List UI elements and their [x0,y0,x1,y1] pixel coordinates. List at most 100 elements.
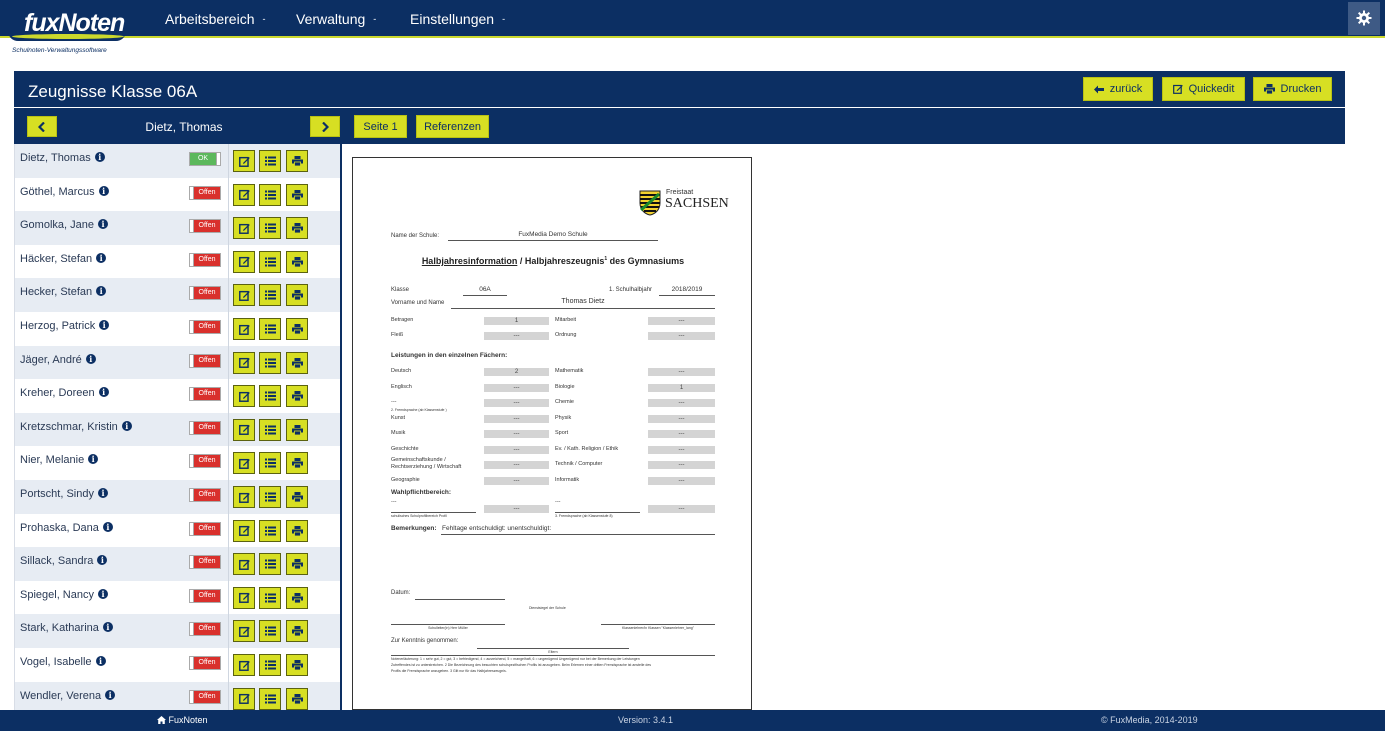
edit-certificate-button[interactable] [233,217,255,240]
status-toggle[interactable]: Offen [189,521,221,536]
student-name[interactable]: Nier, Melanie i [20,454,99,466]
grade-list-button[interactable] [259,385,281,408]
print-certificate-button[interactable] [286,217,308,240]
print-certificate-button[interactable] [286,250,308,273]
quickedit-button[interactable]: Quickedit [1162,77,1245,101]
print-certificate-button[interactable] [286,318,308,340]
grade-list-button[interactable] [259,217,281,240]
student-name[interactable]: Kreher, Doreen i [20,387,109,399]
student-name[interactable]: Vogel, Isabelle i [20,656,106,668]
student-row[interactable]: Göthel, Marcus i Offen [15,177,340,212]
info-icon[interactable]: i [95,656,106,666]
settings-button[interactable] [1348,2,1380,35]
print-certificate-button[interactable] [286,586,308,609]
grade-list-button[interactable] [259,486,281,508]
info-icon[interactable]: i [99,320,110,330]
app-logo[interactable]: fuxNoten Schulnoten-Verwaltungssoftware [8,3,132,57]
student-name[interactable]: Prohaska, Dana i [20,521,113,534]
student-row[interactable]: Kretzschmar, Kristin i Offen [15,412,340,447]
grade-list-button[interactable] [259,654,281,676]
status-toggle[interactable]: Offen [189,588,221,603]
print-certificate-button[interactable] [286,687,308,710]
student-row[interactable]: Jäger, André i Offen [15,345,340,380]
student-name[interactable]: Herzog, Patrick i [20,320,110,332]
student-row[interactable]: Spiegel, Nancy i Offen [15,580,340,615]
print-certificate-button[interactable] [286,486,308,508]
info-icon[interactable]: i [97,219,108,230]
edit-certificate-button[interactable] [233,385,255,408]
grade-list-button[interactable] [259,250,281,273]
status-toggle[interactable]: Offen [189,656,221,670]
edit-certificate-button[interactable] [233,687,255,710]
grade-list-button[interactable] [259,351,281,374]
info-icon[interactable]: i [98,588,108,599]
status-toggle[interactable]: Offen [189,185,221,200]
info-icon[interactable]: i [94,152,105,162]
student-row[interactable]: Portscht, Sindy i Offen [15,480,340,514]
print-certificate-button[interactable] [286,183,308,206]
references-button[interactable]: Referenzen [416,115,489,138]
student-row[interactable]: Vogel, Isabelle i Offen [15,648,340,682]
edit-certificate-button[interactable] [233,318,255,340]
edit-certificate-button[interactable] [233,586,255,609]
edit-certificate-button[interactable] [233,486,255,508]
info-icon[interactable]: i [102,622,113,633]
student-name[interactable]: Wendler, Verena i [20,689,116,702]
grade-list-button[interactable] [259,418,281,441]
print-certificate-button[interactable] [286,654,308,676]
edit-certificate-button[interactable] [233,553,255,576]
status-toggle[interactable]: Offen [189,689,221,704]
grade-list-button[interactable] [259,183,281,206]
student-name[interactable]: Sillack, Sandra i [20,555,108,567]
print-certificate-button[interactable] [286,452,308,475]
student-row[interactable]: Wendler, Verena i Offen [15,681,340,710]
grade-list-button[interactable] [259,586,281,609]
print-certificate-button[interactable] [286,418,308,441]
status-toggle[interactable]: OK [189,152,221,166]
info-icon[interactable]: i [121,420,132,431]
info-icon[interactable]: i [98,387,109,398]
print-certificate-button[interactable] [286,553,308,576]
student-name[interactable]: Portscht, Sindy i [20,488,108,500]
footer-home-link[interactable]: FuxNoten [157,715,208,725]
print-button[interactable]: Drucken [1253,77,1332,101]
student-row[interactable]: Gomolka, Jane i Offen [15,211,340,245]
student-row[interactable]: Hecker, Stefan i Offen [15,278,340,312]
status-toggle[interactable]: Offen [189,320,221,334]
status-toggle[interactable]: Offen [189,622,221,637]
status-toggle[interactable]: Offen [189,219,221,234]
student-row[interactable]: Herzog, Patrick i Offen [15,312,340,346]
previous-student-button[interactable] [27,116,57,137]
grade-list-button[interactable] [259,519,281,542]
edit-certificate-button[interactable] [233,620,255,643]
edit-certificate-button[interactable] [233,418,255,441]
print-certificate-button[interactable] [286,284,308,307]
status-toggle[interactable]: Offen [189,252,221,267]
student-name[interactable]: Göthel, Marcus i [20,185,109,198]
student-row[interactable]: Sillack, Sandra i Offen [15,547,340,581]
status-toggle[interactable]: Offen [189,555,221,570]
edit-certificate-button[interactable] [233,519,255,542]
student-name[interactable]: Kretzschmar, Kristin i [20,420,132,433]
info-icon[interactable]: i [96,252,107,263]
edit-certificate-button[interactable] [233,452,255,475]
edit-certificate-button[interactable] [233,284,255,307]
student-row[interactable]: Nier, Melanie i Offen [15,446,340,480]
status-toggle[interactable]: Offen [189,454,221,469]
back-button[interactable]: zurück [1083,77,1153,101]
info-icon[interactable]: i [97,488,108,498]
grade-list-button[interactable] [259,150,281,172]
edit-certificate-button[interactable] [233,250,255,273]
info-icon[interactable]: i [88,454,99,465]
edit-certificate-button[interactable] [233,351,255,374]
print-certificate-button[interactable] [286,150,308,172]
print-certificate-button[interactable] [286,351,308,374]
nav-einstellungen[interactable]: Einstellungen - [410,11,505,27]
grade-list-button[interactable] [259,687,281,710]
info-icon[interactable]: i [97,555,108,566]
grade-list-button[interactable] [259,553,281,576]
edit-certificate-button[interactable] [233,150,255,172]
student-name[interactable]: Dietz, Thomas i [20,152,105,164]
student-name[interactable]: Hecker, Stefan i [20,286,107,298]
grade-list-button[interactable] [259,452,281,475]
